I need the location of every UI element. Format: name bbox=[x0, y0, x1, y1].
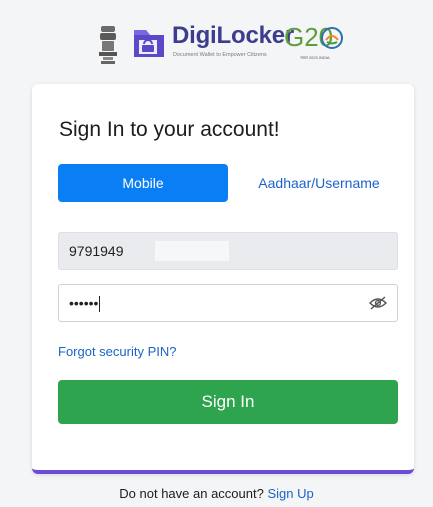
digilocker-logo-icon bbox=[134, 30, 164, 57]
mobile-number-value: 9791949 bbox=[69, 243, 124, 259]
signup-prompt: Do not have an account? bbox=[119, 486, 264, 501]
g20-subtext: भारत 2023 INDIA bbox=[300, 55, 330, 60]
text-caret bbox=[99, 296, 101, 313]
security-pin-value: •••••• bbox=[69, 295, 99, 311]
sign-in-button[interactable]: Sign In bbox=[58, 380, 398, 424]
sign-up-link[interactable]: Sign Up bbox=[267, 486, 313, 501]
mobile-number-input[interactable]: 9791949 bbox=[58, 232, 398, 270]
header: DigiLocker Document Wallet to Empower Ci… bbox=[0, 0, 433, 80]
card-title: Sign In to your account! bbox=[59, 118, 280, 141]
redaction-mask bbox=[155, 241, 229, 261]
tab-aadhaar-username[interactable]: Aadhaar/Username bbox=[242, 164, 396, 202]
eye-slash-icon[interactable] bbox=[369, 296, 387, 310]
brand-tagline: Document Wallet to Empower Citizens bbox=[173, 52, 267, 58]
security-pin-input[interactable]: •••••• bbox=[58, 284, 398, 322]
brand-name: DigiLocker bbox=[172, 22, 295, 49]
g20-globe-icon bbox=[321, 27, 343, 49]
tab-mobile[interactable]: Mobile bbox=[58, 164, 228, 202]
national-emblem-icon bbox=[99, 26, 117, 64]
forgot-pin-link[interactable]: Forgot security PIN? bbox=[58, 344, 177, 359]
footer: Do not have an account? Sign Up bbox=[0, 486, 433, 501]
signin-card: Sign In to your account! Mobile Aadhaar/… bbox=[32, 84, 414, 474]
